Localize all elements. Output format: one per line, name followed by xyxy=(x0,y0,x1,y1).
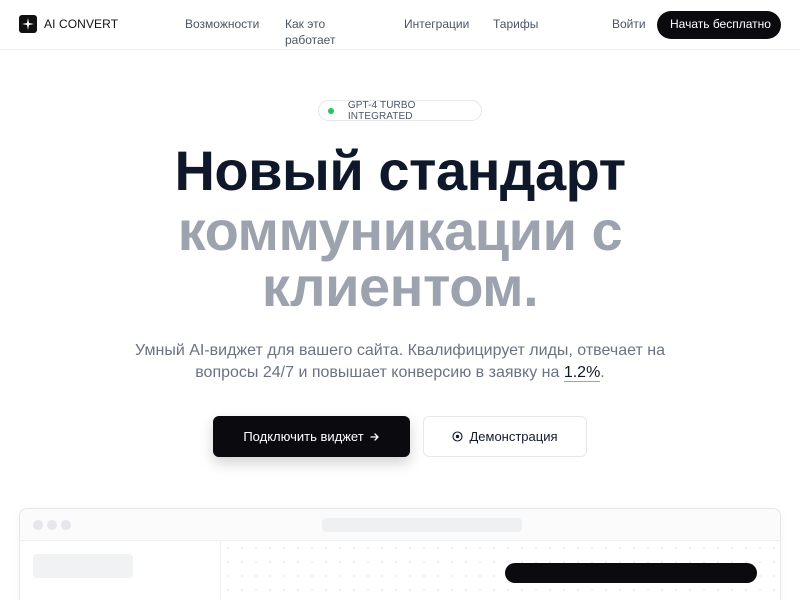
nav-integrations-link[interactable]: Интеграции xyxy=(404,16,469,32)
demo-label: Демонстрация xyxy=(469,429,558,444)
nav-how-it-works-link[interactable]: Как это работает xyxy=(285,16,345,48)
brand-name: AI CONVERT xyxy=(44,17,119,31)
hero-headline-line1: Новый стандарт xyxy=(174,139,626,202)
login-link[interactable]: Войти xyxy=(612,16,646,32)
brand-logo[interactable]: AI CONVERT xyxy=(19,15,118,33)
preview-widget-bar xyxy=(505,563,757,583)
badge-label: GPT-4 TURBO INTEGRATED xyxy=(347,99,416,122)
window-dot-icon xyxy=(61,520,71,530)
preview-sidebar xyxy=(20,541,221,600)
connect-widget-button[interactable]: Подключить виджет xyxy=(213,416,410,457)
preview-sidebar-placeholder xyxy=(33,554,133,578)
target-icon xyxy=(452,431,464,442)
preview-titlebar xyxy=(20,509,780,541)
connect-widget-label: Подключить виджет xyxy=(243,429,364,444)
nav-pricing-link[interactable]: Тарифы xyxy=(493,16,538,32)
arrow-right-icon xyxy=(370,432,379,441)
site-header: AI CONVERT Возможности Как это работает … xyxy=(0,0,800,50)
product-preview-window xyxy=(19,508,781,600)
subtext-end: . xyxy=(600,364,605,381)
gpt-badge: GPT-4 TURBO INTEGRATED xyxy=(318,99,482,122)
status-dot-icon xyxy=(328,107,334,114)
sparkle-icon xyxy=(19,15,37,33)
start-free-button[interactable]: Начать бесплатно xyxy=(657,11,781,39)
hero-headline-line3: клиентом. xyxy=(261,255,539,318)
demo-button[interactable]: Демонстрация xyxy=(423,416,587,457)
conversion-highlight: 1.2% xyxy=(563,364,601,382)
nav-features-link[interactable]: Возможности xyxy=(185,16,259,32)
hero-subtext: Умный AI-виджет для вашего сайта. Квалиф… xyxy=(120,340,680,384)
window-dot-icon xyxy=(47,520,57,530)
window-dot-icon xyxy=(33,520,43,530)
preview-url-bar xyxy=(322,518,522,532)
